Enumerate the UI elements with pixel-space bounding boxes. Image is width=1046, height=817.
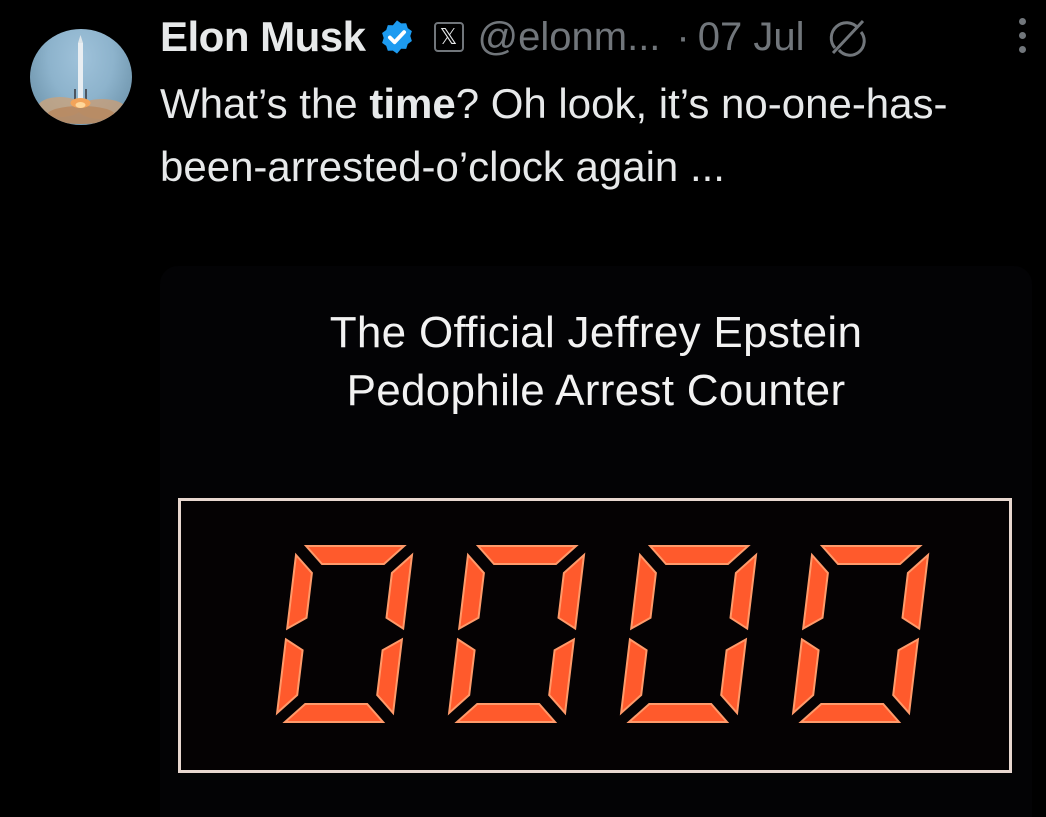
rocket-launch-image	[38, 35, 126, 124]
counter-title-line-2: Pedophile Arrest Counter	[346, 366, 846, 415]
digit-segment	[285, 552, 313, 631]
tweet-media-image[interactable]: The Official Jeffrey Epstein Pedophile A…	[160, 266, 1032, 817]
digit-segment	[376, 637, 404, 716]
digit-segment	[720, 637, 748, 716]
tweet-text-part-1: What’s the	[160, 80, 370, 127]
digit-segment	[447, 637, 476, 716]
digit-segment	[475, 545, 579, 565]
tweet-text-bold: time	[369, 80, 456, 127]
header-separator: ·	[676, 14, 690, 59]
arrest-counter-display	[178, 498, 1012, 773]
digit-segment	[303, 545, 407, 565]
tweet-date[interactable]: 07 Jul	[698, 15, 805, 60]
author-avatar[interactable]	[30, 29, 132, 125]
counter-digits	[275, 545, 930, 723]
counter-digit	[619, 545, 758, 723]
digit-segment	[619, 637, 648, 716]
digit-segment	[801, 552, 829, 631]
grok-icon[interactable]	[827, 17, 867, 57]
counter-title: The Official Jeffrey Epstein Pedophile A…	[160, 304, 1032, 420]
digit-segment	[275, 637, 304, 716]
counter-digit	[447, 545, 586, 723]
digit-segment	[892, 637, 920, 716]
digit-segment	[901, 552, 930, 631]
digit-segment	[798, 703, 902, 723]
digit-segment	[457, 552, 485, 631]
counter-digit	[791, 545, 930, 723]
digit-segment	[385, 552, 414, 631]
digit-segment	[819, 545, 923, 565]
verified-badge-icon[interactable]	[378, 18, 416, 56]
tweet-header: Elon Musk 𝕏 @elonm... · 07 Jul	[160, 10, 867, 64]
digit-segment	[729, 552, 758, 631]
digit-segment	[647, 545, 751, 565]
digit-segment	[282, 703, 386, 723]
digit-segment	[791, 637, 820, 716]
x-logo-icon: 𝕏	[433, 22, 464, 52]
counter-title-line-1: The Official Jeffrey Epstein	[329, 308, 863, 357]
more-options-icon[interactable]	[1015, 18, 1029, 64]
counter-digit	[275, 545, 414, 723]
author-name[interactable]: Elon Musk	[160, 13, 366, 61]
author-handle[interactable]: @elonm...	[478, 15, 661, 60]
digit-segment	[629, 552, 657, 631]
digit-segment	[454, 703, 558, 723]
digit-segment	[626, 703, 730, 723]
digit-segment	[548, 637, 576, 716]
tweet-text: What’s the time? Oh look, it’s no-one-ha…	[160, 72, 1020, 198]
digit-segment	[557, 552, 586, 631]
